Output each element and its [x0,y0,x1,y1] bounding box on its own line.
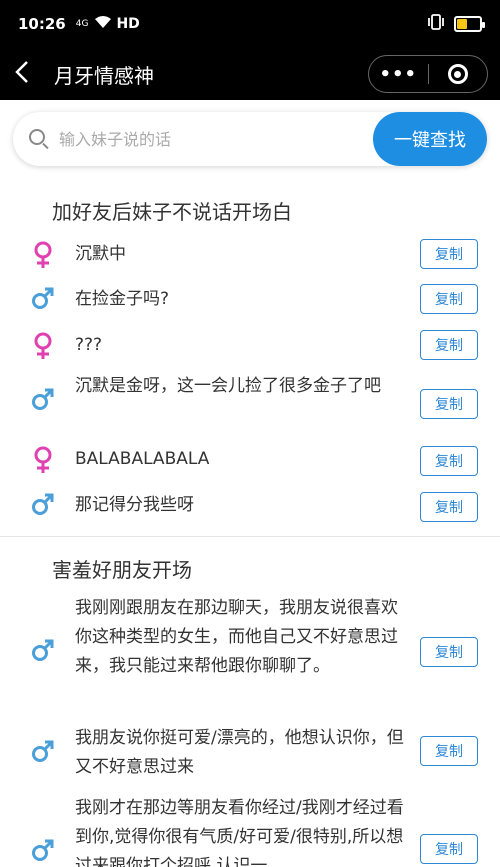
copy-button[interactable]: 复制 [420,239,478,269]
male-icon [30,387,56,411]
message-text: 我朋友说你挺可爱/漂亮的，他想认识你，但又不好意思过来 [75,728,404,777]
more-icon[interactable]: ••• [369,64,428,85]
copy-button[interactable]: 复制 [420,736,478,766]
back-icon[interactable] [14,60,44,89]
vibrate-icon [426,14,446,34]
battery-icon [454,16,485,32]
section-title: 加好友后妹子不说话开场白 [52,200,292,224]
close-target-icon[interactable] [429,64,488,84]
female-icon [30,332,56,360]
male-icon [30,638,56,662]
nav-bar: 月牙情感神 ••• [0,48,500,100]
message-text: 沉默是金呀，这一会儿捡了很多金子了吧 [75,376,381,396]
copy-button[interactable]: 复制 [420,492,478,522]
copy-button[interactable]: 复制 [420,284,478,314]
search-button[interactable]: 一键查找 [373,112,487,166]
section-title: 害羞好朋友开场 [52,558,192,582]
status-bar: 10:26 4G HD [0,0,500,48]
male-icon [30,286,56,310]
male-icon [30,739,56,763]
page-title: 月牙情感神 [54,63,154,88]
male-icon [30,492,56,516]
wifi-icon [94,15,112,33]
message-text: 我刚刚跟朋友在那边聊天，我朋友说很喜欢你这种类型的女生，而他自己又不好意思过来，… [75,598,398,676]
message-text: 那记得分我些呀 [75,495,194,515]
message-text: 我刚才在那边等朋友看你经过/我刚才经过看到你,觉得你很有气质/好可爱/很特别,所… [75,798,404,867]
copy-button[interactable]: 复制 [420,446,478,476]
copy-button[interactable]: 复制 [420,637,478,667]
copy-button[interactable]: 复制 [420,330,478,360]
mini-program-capsule: ••• [368,55,488,93]
copy-button[interactable]: 复制 [420,834,478,864]
message-text: 沉默中 [75,244,126,264]
female-icon [30,446,56,474]
female-icon [30,241,56,269]
message-text: BALABALABALA [75,449,210,469]
hd-indicator: HD [116,16,140,32]
copy-button[interactable]: 复制 [420,389,478,419]
message-text: 在捡金子吗? [75,289,170,309]
search-icon [29,129,49,150]
network-indicator: 4G [75,18,89,29]
search-bar: 一键查找 [13,112,487,166]
male-icon [30,838,56,862]
status-time: 10:26 [18,15,66,33]
divider [0,536,500,537]
message-text: ??? [75,335,103,355]
